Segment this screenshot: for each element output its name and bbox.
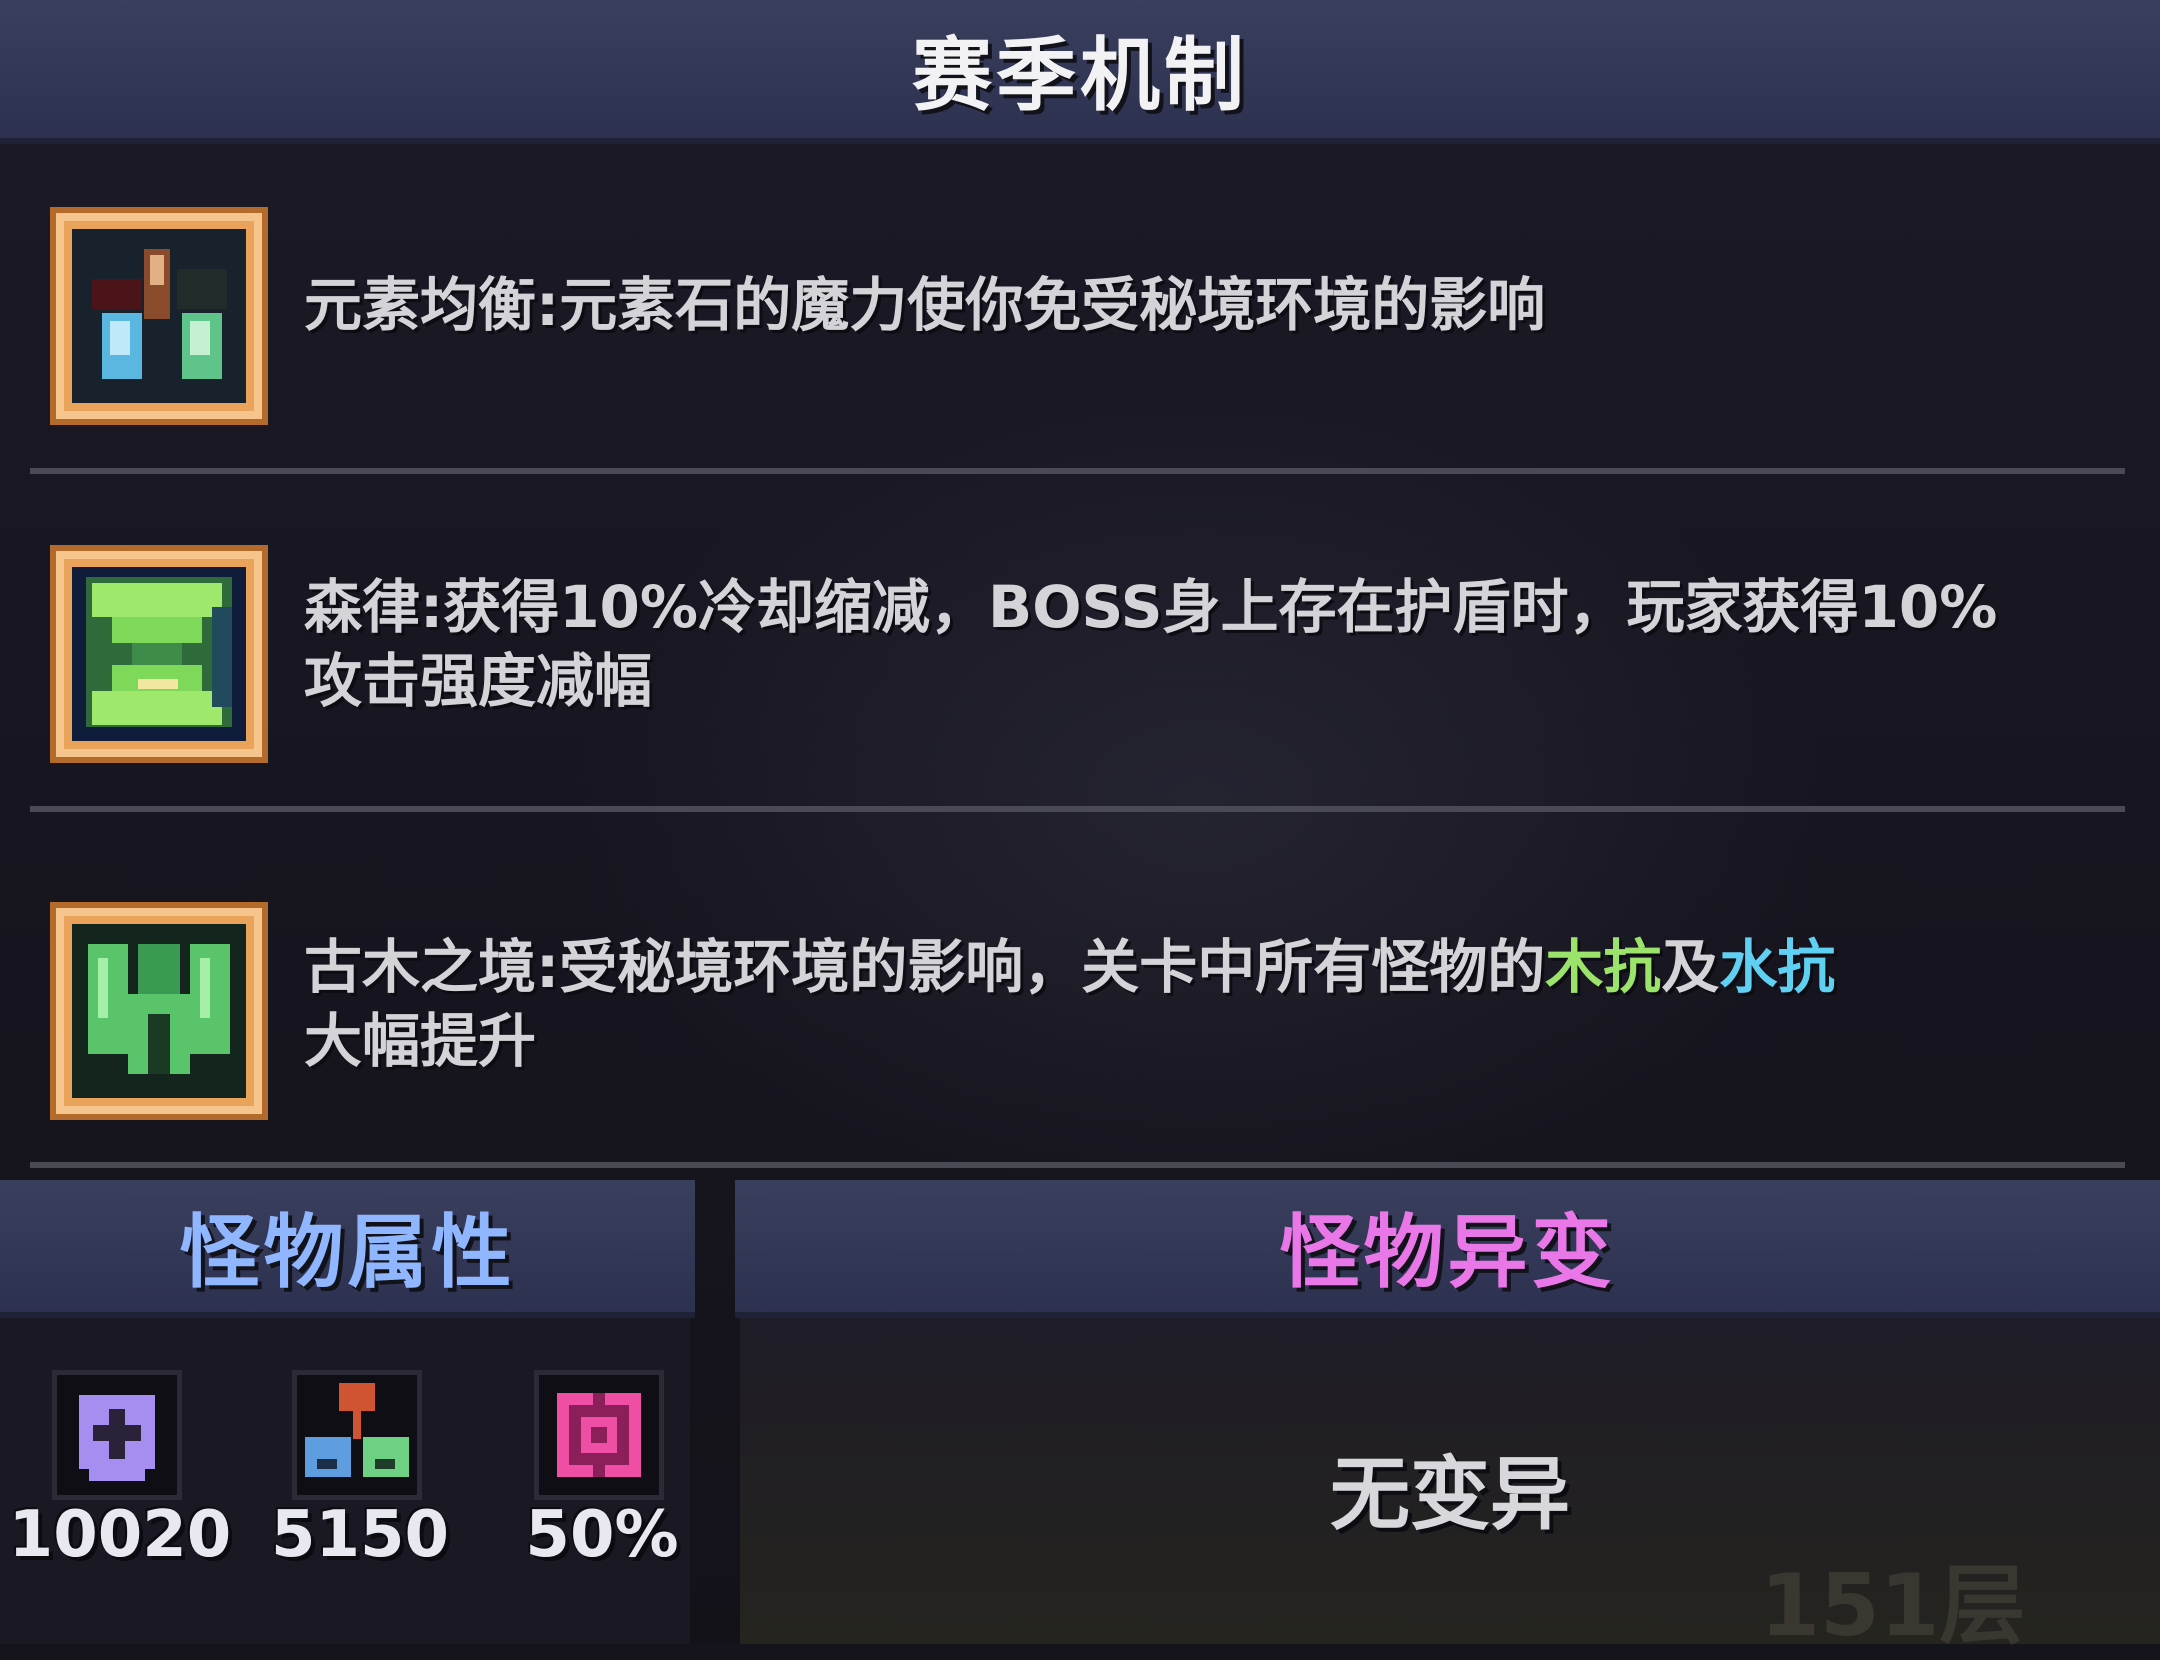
health-shield-icon xyxy=(52,1370,182,1500)
monster-mutation-header: 怪物异变 xyxy=(735,1180,2160,1318)
divider xyxy=(30,1162,2125,1168)
stat-health[interactable]: 10020 xyxy=(9,1370,231,1572)
stat-attack[interactable]: 5150 xyxy=(270,1370,449,1572)
divider xyxy=(30,806,2125,812)
mechanic-forest-law-line1: 森律:获得10%冷却缩减，BOSS身上存在护盾时，玩家获得10% xyxy=(304,573,1998,641)
attack-nodes-graphic xyxy=(305,1383,409,1477)
and-label: 及 xyxy=(1661,933,1720,1001)
wood-resist-label: 木抗 xyxy=(1545,933,1662,1001)
floor-label: 151层 xyxy=(1760,1556,2026,1656)
divider xyxy=(30,468,2125,474)
stat-attack-value: 5150 xyxy=(270,1498,450,1572)
pink-gear-icon xyxy=(534,1370,664,1500)
season-mechanics-title: 赛季机制 xyxy=(912,29,1248,122)
monster-attributes-header: 怪物属性 xyxy=(0,1180,695,1318)
mechanic-ancient-wood-line1: 古木之境:受秘境环境的影响，关卡中所有怪物的木抗及水抗 xyxy=(304,928,2100,1006)
season-mechanics-header: 赛季机制 xyxy=(0,0,2160,144)
water-resist-label: 水抗 xyxy=(1719,933,1836,1001)
attack-nodes-icon xyxy=(292,1370,422,1500)
stat-crit[interactable]: 50% xyxy=(512,1370,679,1572)
pink-gear-graphic xyxy=(557,1393,641,1477)
mechanic-ancient-wood-prefix: 古木之境:受秘境环境的影响，关卡中所有怪物的 xyxy=(304,933,1546,1001)
health-shield-graphic xyxy=(79,1395,155,1481)
ancient-wood-graphic xyxy=(72,924,246,1098)
monster-attributes-title: 怪物属性 xyxy=(179,1206,516,1299)
stat-health-value: 10020 xyxy=(8,1498,232,1572)
elemental-gems-icon[interactable] xyxy=(50,207,268,425)
monster-mutation-title: 怪物异变 xyxy=(1279,1206,1616,1299)
elemental-gems-graphic xyxy=(72,229,246,403)
hourglass-icon[interactable] xyxy=(50,545,268,763)
stat-crit-value: 50% xyxy=(525,1498,679,1572)
mechanic-forest-law-line2: 攻击强度减幅 xyxy=(304,647,653,715)
monster-mutation-value: 无变异 xyxy=(1330,1448,1570,1541)
mechanic-elemental-balance-text: 元素均衡:元素石的魔力使你免受秘境环境的影响 xyxy=(304,271,1546,339)
ancient-wood-icon[interactable] xyxy=(50,902,268,1120)
hourglass-graphic xyxy=(72,567,246,741)
mechanic-ancient-wood-line2: 大幅提升 xyxy=(304,1007,537,1075)
